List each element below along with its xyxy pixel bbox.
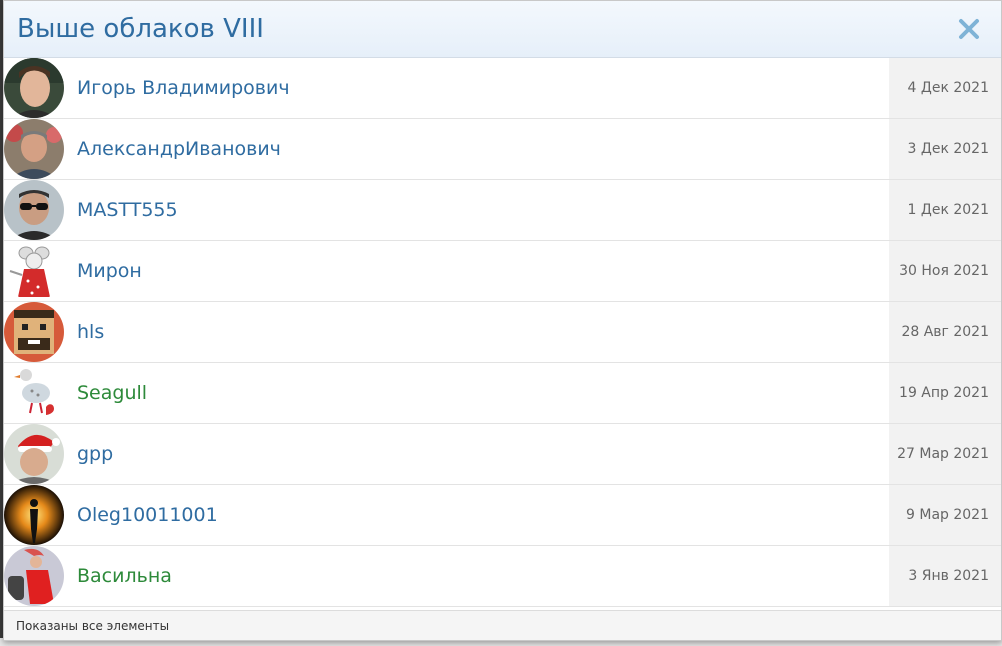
join-date: 1 Дек 2021 xyxy=(889,180,1001,240)
user-link[interactable]: Oleg10011001 xyxy=(77,485,218,546)
list-item: Васильна 3 Янв 2021 xyxy=(4,546,1001,607)
join-date: 19 Апр 2021 xyxy=(889,363,1001,423)
join-date: 30 Ноя 2021 xyxy=(889,241,1001,301)
avatar[interactable] xyxy=(4,302,64,362)
join-date: 3 Дек 2021 xyxy=(889,119,1001,179)
avatar[interactable] xyxy=(4,546,64,606)
list-item: Игорь Владимирович 4 Дек 2021 xyxy=(4,58,1001,119)
user-link[interactable]: Мирон xyxy=(77,241,142,302)
dialog-title: Выше облаков VIII xyxy=(17,14,264,44)
join-date: 27 Мар 2021 xyxy=(889,424,1001,484)
member-list: Игорь Владимирович 4 Дек 2021 АлександрИ… xyxy=(4,58,1001,607)
user-link[interactable]: gpp xyxy=(77,424,113,485)
list-item: gpp 27 Мар 2021 xyxy=(4,424,1001,485)
list-item: Seagull 19 Апр 2021 xyxy=(4,363,1001,424)
user-link[interactable]: MASTT555 xyxy=(77,180,178,241)
user-link[interactable]: hls xyxy=(77,302,104,363)
user-link[interactable]: АлександрИванович xyxy=(77,119,281,180)
close-icon[interactable] xyxy=(955,15,983,43)
user-link[interactable]: Васильна xyxy=(77,546,172,607)
avatar[interactable] xyxy=(4,180,64,240)
user-link[interactable]: Игорь Владимирович xyxy=(77,58,290,119)
list-item: MASTT555 1 Дек 2021 xyxy=(4,180,1001,241)
avatar[interactable] xyxy=(4,58,64,118)
avatar[interactable] xyxy=(4,424,64,484)
list-item: Oleg10011001 9 Мар 2021 xyxy=(4,485,1001,546)
dialog-header: Выше облаков VIII xyxy=(4,1,1001,58)
join-date: 3 Янв 2021 xyxy=(889,546,1001,606)
members-dialog: Выше облаков VIII Игорь Владимирович 4 Д… xyxy=(3,0,1002,641)
join-date: 9 Мар 2021 xyxy=(889,485,1001,545)
avatar[interactable] xyxy=(4,485,64,545)
dialog-footer: Показаны все элементы xyxy=(4,610,1001,640)
list-item: Мирон 30 Ноя 2021 xyxy=(4,241,1001,302)
avatar[interactable] xyxy=(4,363,64,423)
join-date: 4 Дек 2021 xyxy=(889,58,1001,118)
avatar[interactable] xyxy=(4,241,64,301)
join-date: 28 Авг 2021 xyxy=(889,302,1001,362)
list-item: АлександрИванович 3 Дек 2021 xyxy=(4,119,1001,180)
avatar[interactable] xyxy=(4,119,64,179)
user-link[interactable]: Seagull xyxy=(77,363,147,424)
list-item: hls 28 Авг 2021 xyxy=(4,302,1001,363)
